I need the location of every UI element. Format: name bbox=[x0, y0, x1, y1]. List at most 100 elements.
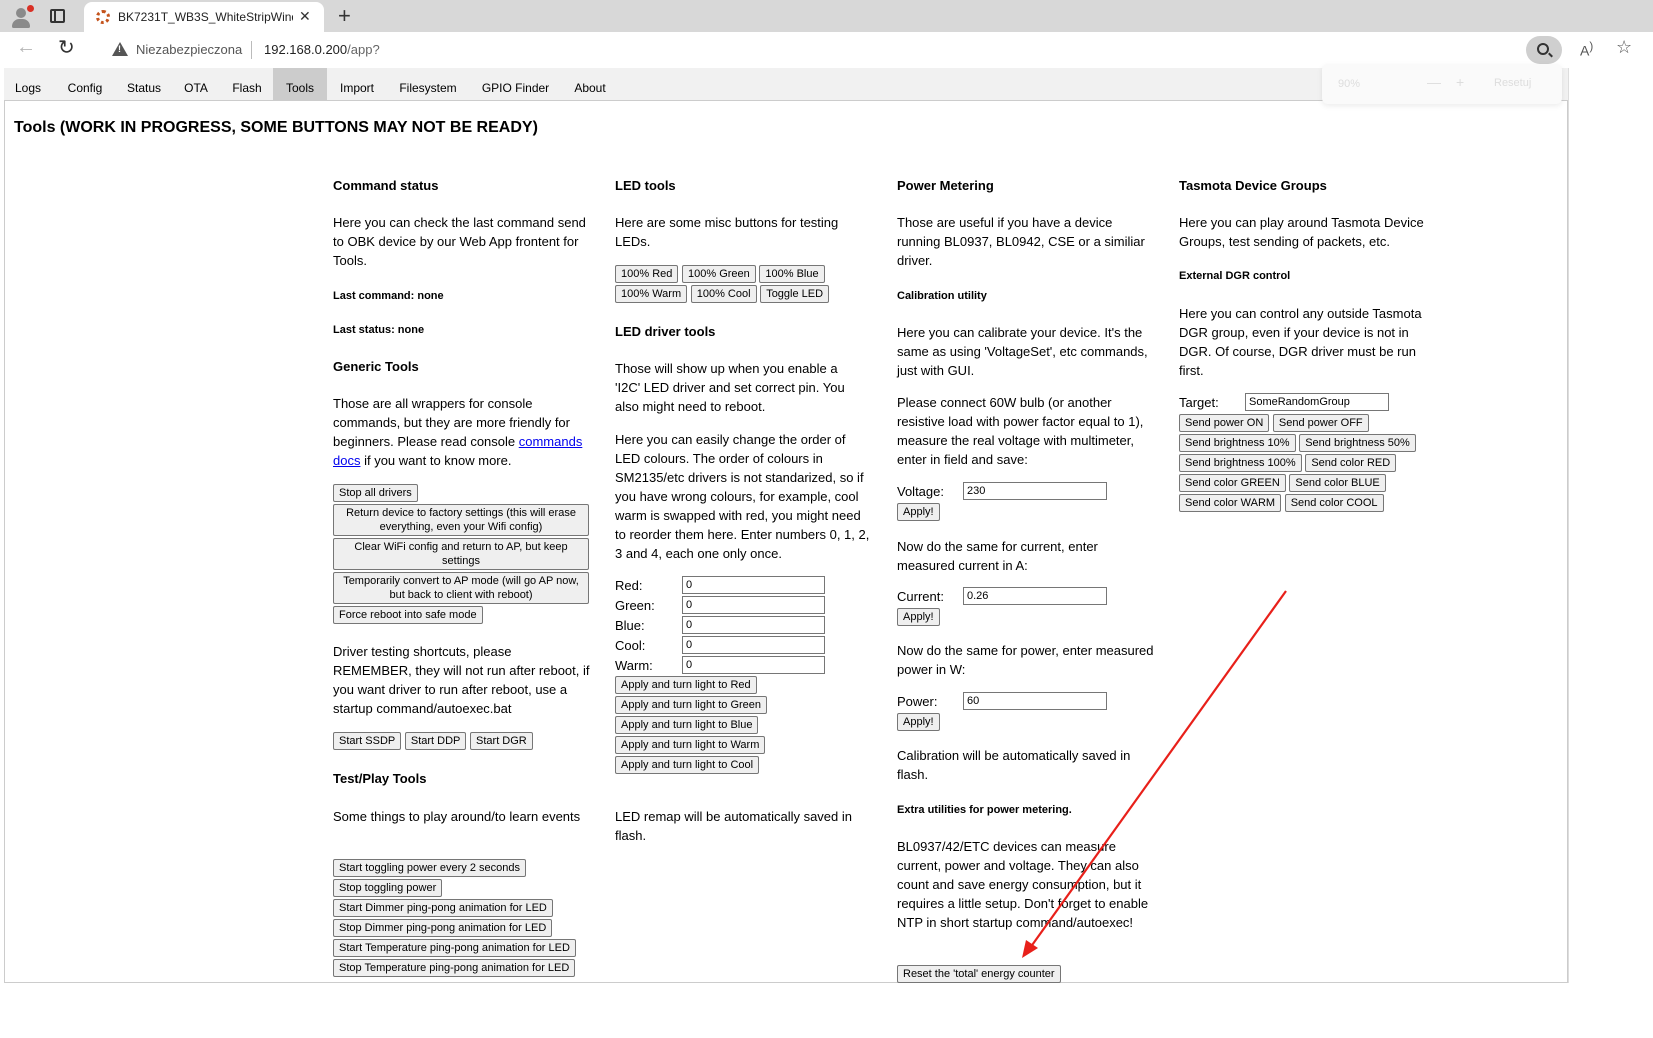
blue-order-input[interactable] bbox=[682, 616, 825, 634]
start-temp-anim-button[interactable]: Start Temperature ping-pong animation fo… bbox=[333, 939, 576, 957]
reload-icon[interactable]: ↻ bbox=[58, 35, 75, 60]
scrollbar[interactable] bbox=[1568, 68, 1569, 983]
tab-filesystem[interactable]: Filesystem bbox=[387, 68, 469, 100]
tab-ota[interactable]: OTA bbox=[170, 68, 222, 100]
apply-voltage-button[interactable]: Apply! bbox=[897, 503, 940, 521]
stop-temp-anim-button[interactable]: Stop Temperature ping-pong animation for… bbox=[333, 959, 576, 977]
dgr-control-text: Here you can control any outside Tasmota… bbox=[1179, 306, 1422, 378]
zoom-out-button[interactable]: — bbox=[1427, 74, 1441, 90]
stop-toggle-power-button[interactable]: Stop toggling power bbox=[333, 879, 443, 897]
driver-buttons: Start SSDP Start DDP Start DGR bbox=[333, 732, 533, 750]
url-text[interactable]: 192.168.0.200/app? bbox=[264, 42, 380, 57]
safe-mode-reboot-button[interactable]: Force reboot into safe mode bbox=[333, 606, 483, 624]
read-aloud-icon[interactable]: A) bbox=[1580, 40, 1593, 59]
apply-blue-button[interactable]: Apply and turn light to Blue bbox=[615, 716, 759, 734]
led-tools-title: LED tools bbox=[615, 178, 676, 193]
tab-actions-icon[interactable] bbox=[50, 9, 65, 23]
test-play-text: Some things to play around/to learn even… bbox=[333, 809, 581, 824]
stop-all-drivers-button[interactable]: Stop all drivers bbox=[333, 484, 418, 502]
zoom-reset-button[interactable]: Resetuj bbox=[1494, 77, 1531, 89]
test-play-title: Test/Play Tools bbox=[333, 771, 427, 786]
start-ssdp-button[interactable]: Start SSDP bbox=[333, 732, 402, 750]
tab-logs[interactable]: Logs bbox=[4, 68, 52, 100]
temp-ap-mode-button[interactable]: Temporarily convert to AP mode (will go … bbox=[333, 572, 589, 604]
send-color-blue-button[interactable]: Send color BLUE bbox=[1289, 474, 1386, 492]
stop-dimmer-anim-button[interactable]: Stop Dimmer ping-pong animation for LED bbox=[333, 919, 553, 937]
color-order-fields: Red: Green: Blue: Cool: Warm: bbox=[615, 576, 835, 676]
clear-wifi-button[interactable]: Clear WiFi config and return to AP, but … bbox=[333, 538, 589, 570]
voltage-input[interactable] bbox=[963, 482, 1107, 500]
tab-about[interactable]: About bbox=[562, 68, 618, 100]
apply-warm-button[interactable]: Apply and turn light to Warm bbox=[615, 736, 766, 754]
voltage-row: Voltage: bbox=[897, 482, 1117, 502]
command-status-title: Command status bbox=[333, 178, 439, 193]
profile-icon[interactable] bbox=[10, 5, 34, 28]
zoom-in-button[interactable]: + bbox=[1456, 74, 1464, 90]
green-100-button[interactable]: 100% Green bbox=[682, 265, 756, 283]
cool-order-input[interactable] bbox=[682, 636, 825, 654]
start-ddp-button[interactable]: Start DDP bbox=[404, 732, 467, 750]
address-bar[interactable]: Niezabezpieczona 192.168.0.200/app? A) ☆ bbox=[98, 35, 1632, 65]
send-color-cool-button[interactable]: Send color COOL bbox=[1284, 494, 1384, 512]
zoom-icon[interactable] bbox=[1526, 36, 1562, 64]
warm-field-row: Warm: bbox=[615, 656, 835, 676]
back-arrow-icon[interactable]: ← bbox=[16, 36, 36, 59]
tab-tools[interactable]: Tools bbox=[273, 68, 327, 100]
toggle-led-button[interactable]: Toggle LED bbox=[760, 285, 830, 303]
red-order-input[interactable] bbox=[682, 576, 825, 594]
start-toggle-power-button[interactable]: Start toggling power every 2 seconds bbox=[333, 859, 526, 877]
tab-gpio-finder[interactable]: GPIO Finder bbox=[469, 68, 562, 100]
send-color-red-button[interactable]: Send color RED bbox=[1305, 454, 1397, 472]
browser-toolbar: ← ↻ Niezabezpieczona 192.168.0.200/app? … bbox=[0, 32, 1653, 68]
send-brightness-10-button[interactable]: Send brightness 10% bbox=[1179, 434, 1296, 452]
warm-100-button[interactable]: 100% Warm bbox=[615, 285, 688, 303]
apply-power-button[interactable]: Apply! bbox=[897, 713, 940, 731]
tab-config[interactable]: Config bbox=[52, 68, 118, 100]
close-icon[interactable]: ✕ bbox=[299, 8, 311, 25]
apply-green-button[interactable]: Apply and turn light to Green bbox=[615, 696, 768, 714]
reset-energy-counter-button[interactable]: Reset the 'total' energy counter bbox=[897, 965, 1061, 983]
tab-flash[interactable]: Flash bbox=[222, 68, 272, 100]
send-brightness-50-button[interactable]: Send brightness 50% bbox=[1299, 434, 1416, 452]
send-power-on-button[interactable]: Send power ON bbox=[1179, 414, 1270, 432]
led-tools-text: Here are some misc buttons for testing L… bbox=[615, 215, 839, 249]
power-input[interactable] bbox=[963, 692, 1107, 710]
cool-100-button[interactable]: 100% Cool bbox=[690, 285, 757, 303]
power-instructions: Now do the same for power, enter measure… bbox=[897, 643, 1154, 677]
tab-status[interactable]: Status bbox=[118, 68, 170, 100]
voltage-label: Voltage: bbox=[897, 484, 944, 499]
generic-tools-title: Generic Tools bbox=[333, 359, 419, 374]
current-instructions: Now do the same for current, enter measu… bbox=[897, 539, 1098, 573]
start-dgr-button[interactable]: Start DGR bbox=[470, 732, 533, 750]
led-buttons-row2: 100% Warm 100% Cool Toggle LED bbox=[615, 285, 830, 303]
apply-red-button[interactable]: Apply and turn light to Red bbox=[615, 676, 757, 694]
tasmota-groups-intro: Here you can play around Tasmota Device … bbox=[1179, 215, 1424, 249]
apply-current-button[interactable]: Apply! bbox=[897, 608, 940, 626]
start-dimmer-anim-button[interactable]: Start Dimmer ping-pong animation for LED bbox=[333, 899, 553, 917]
power-metering-intro: Those are useful if you have a device ru… bbox=[897, 215, 1145, 268]
current-input[interactable] bbox=[963, 587, 1107, 605]
send-power-off-button[interactable]: Send power OFF bbox=[1272, 414, 1369, 432]
generic-buttons: Stop all drivers Return device to factor… bbox=[333, 484, 589, 624]
browser-tab[interactable]: BK7231T_WB3S_WhiteStripWindow ✕ bbox=[84, 2, 324, 32]
send-color-green-button[interactable]: Send color GREEN bbox=[1179, 474, 1286, 492]
new-tab-icon[interactable]: + bbox=[338, 3, 351, 29]
generic-tools-text: Those are all wrappers for console comma… bbox=[333, 396, 583, 468]
driver-testing-text: Driver testing shortcuts, please REMEMBE… bbox=[333, 644, 590, 716]
warning-icon[interactable] bbox=[112, 42, 128, 56]
target-group-input[interactable] bbox=[1245, 393, 1389, 411]
led-driver-text-1: Those will show up when you enable a 'I2… bbox=[615, 361, 845, 414]
tab-import[interactable]: Import bbox=[327, 68, 387, 100]
command-status-text: Here you can check the last command send… bbox=[333, 215, 586, 268]
target-row: Target: bbox=[1179, 393, 1399, 413]
red-100-button[interactable]: 100% Red bbox=[615, 265, 679, 283]
warm-order-input[interactable] bbox=[682, 656, 825, 674]
send-brightness-100-button[interactable]: Send brightness 100% bbox=[1179, 454, 1302, 472]
apply-cool-button[interactable]: Apply and turn light to Cool bbox=[615, 756, 760, 774]
blue-100-button[interactable]: 100% Blue bbox=[759, 265, 825, 283]
favorite-star-icon[interactable]: ☆ bbox=[1616, 37, 1632, 58]
green-order-input[interactable] bbox=[682, 596, 825, 614]
factory-reset-button[interactable]: Return device to factory settings (this … bbox=[333, 504, 589, 536]
send-color-warm-button[interactable]: Send color WARM bbox=[1179, 494, 1282, 512]
insecure-label[interactable]: Niezabezpieczona bbox=[136, 42, 242, 57]
